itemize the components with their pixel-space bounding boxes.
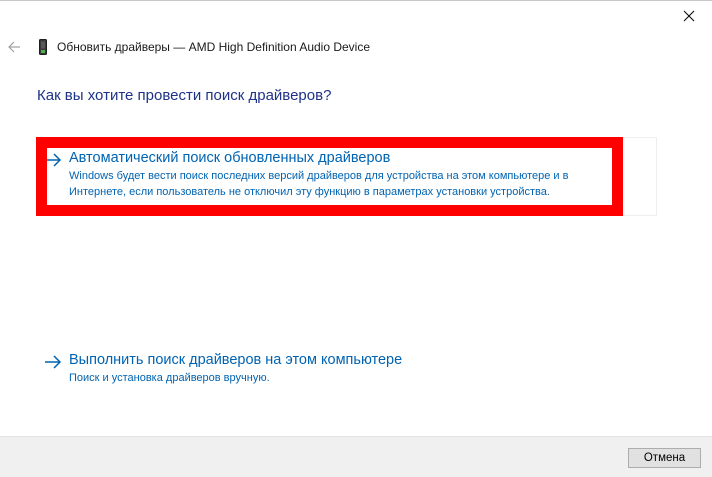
update-drivers-window: Обновить драйверы — AMD High Definition … [0,0,712,477]
cancel-button[interactable]: Отмена [628,448,701,468]
close-icon [683,10,695,22]
manual-search-description: Поиск и установка драйверов вручную. [69,372,270,384]
back-arrow-icon [8,41,20,53]
dialog-footer: Отмена [0,436,712,477]
page-question: Как вы хотите провести поиск драйверов? [37,87,332,104]
manual-search-option[interactable]: Выполнить поиск драйверов на этом компью… [44,351,402,386]
arrow-right-icon [44,353,62,371]
auto-search-option[interactable]: Автоматический поиск обновленных драйвер… [44,149,568,200]
option-hover-frame [623,137,657,216]
auto-search-text: Автоматический поиск обновленных драйвер… [69,149,568,200]
auto-search-description-line1: Windows будет вести поиск последних верс… [69,170,569,182]
manual-search-text: Выполнить поиск драйверов на этом компью… [69,351,402,386]
back-button[interactable] [4,37,24,57]
window-title: Обновить драйверы — AMD High Definition … [57,40,371,54]
close-button[interactable] [666,1,712,31]
manual-search-title[interactable]: Выполнить поиск драйверов на этом компью… [69,351,402,370]
window-title-row: Обновить драйверы — AMD High Definition … [36,37,370,57]
auto-search-title[interactable]: Автоматический поиск обновленных драйвер… [69,149,568,168]
auto-search-description-line2: Интернете, если пользователь не отключил… [69,186,550,198]
arrow-right-icon [44,151,62,169]
audio-device-icon [36,38,50,56]
